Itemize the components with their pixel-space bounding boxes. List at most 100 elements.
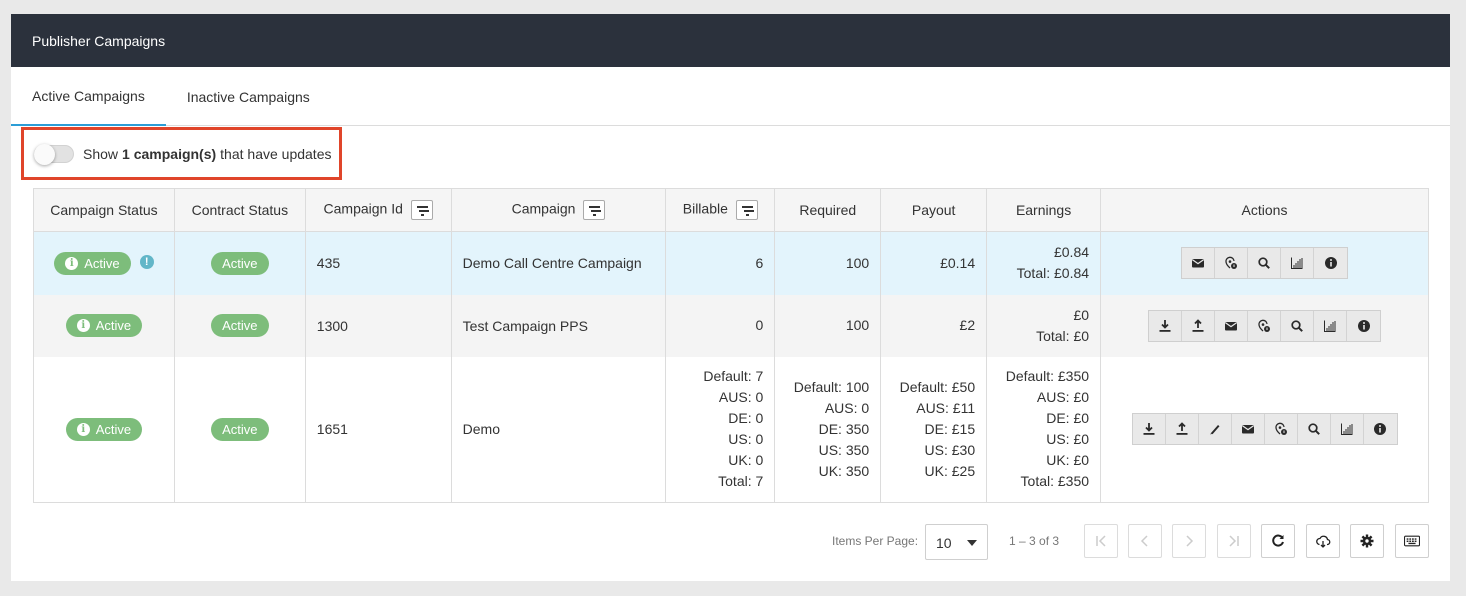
search-icon [1307, 422, 1321, 436]
col-required: Required [774, 188, 882, 232]
prev-page-button[interactable] [1128, 524, 1162, 558]
earnings-line: Total: £350 [1020, 473, 1090, 490]
chart-action-button[interactable] [1331, 414, 1364, 445]
chart-action-button[interactable] [1281, 248, 1315, 279]
refresh-button[interactable] [1261, 524, 1295, 558]
cell-campaign: Test Campaign PPS [450, 294, 667, 357]
search-action-button[interactable] [1248, 248, 1282, 279]
tab-inactive-campaigns[interactable]: Inactive Campaigns [166, 67, 331, 126]
search-icon [1290, 319, 1304, 333]
status-badge: i Active [65, 417, 143, 441]
pagination-bar: Items Per Page: 10 1 – 3 of 3 [11, 524, 1450, 560]
required-line: UK: 350 [818, 462, 870, 479]
download-icon [1142, 422, 1156, 436]
upload-action-button[interactable] [1182, 310, 1216, 341]
status-badge-label: Active [84, 255, 120, 271]
tab-active-campaigns[interactable]: Active Campaigns [11, 67, 166, 126]
cell-actions [1100, 231, 1429, 295]
last-page-icon [1229, 535, 1239, 547]
mail-action-button[interactable] [1215, 310, 1249, 341]
info-icon: i [76, 422, 90, 436]
download-action-button[interactable] [1133, 414, 1166, 445]
info-action-button[interactable] [1314, 248, 1347, 278]
search-icon [1257, 256, 1271, 270]
export-button[interactable] [1306, 524, 1340, 558]
geo-icon [1224, 256, 1238, 270]
col-campaign: Campaign [450, 188, 667, 232]
col-label: Actions [1241, 202, 1288, 218]
updates-prefix: Show [83, 145, 119, 162]
required-line: 100 [845, 317, 870, 333]
toggle-knob[interactable] [34, 143, 55, 165]
pencil-action-button[interactable] [1199, 414, 1232, 445]
billable-line: Default: 7 [703, 368, 764, 385]
download-action-button[interactable] [1149, 310, 1183, 341]
cell-contract-status: Active [173, 231, 306, 295]
mail-action-button[interactable] [1182, 248, 1216, 279]
chart-icon [1323, 319, 1337, 333]
update-alert-icon[interactable]: ! [139, 255, 154, 270]
geo-action-button[interactable] [1248, 310, 1282, 341]
mail-icon [1191, 256, 1205, 270]
chart-action-button[interactable] [1314, 310, 1348, 341]
search-action-button[interactable] [1298, 414, 1331, 445]
info-action-button[interactable] [1347, 311, 1380, 341]
col-contract-status: Contract Status [173, 188, 306, 232]
col-label: Campaign Status [50, 202, 158, 218]
geo-icon [1257, 319, 1271, 333]
next-page-button[interactable] [1172, 524, 1206, 558]
cell-payout: Default: £50 AUS: £11 DE: £15 US: £30 UK: £2… [880, 356, 988, 503]
earnings-line: US: £0 [1046, 431, 1090, 448]
geo-icon [1274, 422, 1288, 436]
table-row[interactable]: i Active Active 1300 Test Campaign PPS 0 … [33, 294, 1429, 357]
filter-icon[interactable] [735, 200, 758, 220]
filter-icon[interactable] [410, 200, 433, 220]
geo-action-button[interactable] [1265, 414, 1298, 445]
cell-billable: 0 [665, 294, 776, 357]
info-action-button[interactable] [1364, 414, 1397, 444]
cell-campaign-id: 1300 [304, 294, 452, 357]
status-badge-label: Active [95, 421, 132, 437]
geo-action-button[interactable] [1215, 248, 1249, 279]
cell-earnings: Default: £350 AUS: £0 DE: £0 US: £0 UK: £0 To… [986, 356, 1102, 503]
status-badge-label: Active [95, 318, 132, 333]
items-per-page-select[interactable]: 10 [925, 524, 988, 560]
cell-required: Default: 100 AUS: 0 DE: 350 US: 350 UK: 350 [774, 356, 882, 503]
campaigns-table: Campaign Status Contract Status Campaign… [33, 188, 1429, 503]
payout-line: UK: £25 [924, 462, 976, 479]
chevron-right-icon [1186, 535, 1194, 547]
last-page-button[interactable] [1217, 524, 1251, 558]
table-row[interactable]: i Active Active 1651 Demo Default: 7 AUS: … [33, 356, 1429, 503]
col-label: Earnings [1015, 202, 1072, 218]
cell-campaign-status: i Active [33, 356, 175, 503]
publisher-campaigns-panel: Publisher Campaigns Active Campaigns Ina… [11, 14, 1450, 581]
info-icon: i [76, 319, 90, 332]
earnings-line: UK: £0 [1046, 452, 1090, 469]
cell-contract-status: Active [173, 356, 306, 503]
required-line: AUS: 0 [824, 399, 870, 416]
search-action-button[interactable] [1281, 310, 1315, 341]
payout-line: DE: £15 [924, 420, 976, 437]
payout-line: £2 [959, 317, 976, 333]
required-line: 100 [845, 254, 870, 271]
billable-line: DE: 0 [728, 410, 764, 427]
updates-toggle[interactable] [34, 143, 74, 165]
billable-line: UK: 0 [728, 452, 764, 469]
table-row[interactable]: i Active! Active 435 Demo Call Centre Cam… [33, 231, 1429, 295]
upload-action-button[interactable] [1166, 414, 1199, 445]
earnings-line: Default: £350 [1005, 368, 1090, 385]
panel-title: Publisher Campaigns [32, 32, 166, 49]
contract-badge-label: Active [222, 255, 258, 271]
billable-line: 0 [755, 317, 764, 333]
col-campaign-status: Campaign Status [33, 188, 175, 232]
row-actions [1181, 247, 1349, 280]
mail-icon [1224, 319, 1238, 333]
filter-icon[interactable] [583, 200, 606, 220]
billable-line: AUS: 0 [718, 389, 764, 406]
settings-button[interactable] [1350, 524, 1384, 558]
keyboard-button[interactable] [1395, 524, 1429, 558]
contract-badge: Active [211, 251, 269, 275]
col-actions: Actions [1100, 188, 1429, 232]
mail-action-button[interactable] [1232, 414, 1265, 445]
first-page-button[interactable] [1084, 524, 1118, 558]
